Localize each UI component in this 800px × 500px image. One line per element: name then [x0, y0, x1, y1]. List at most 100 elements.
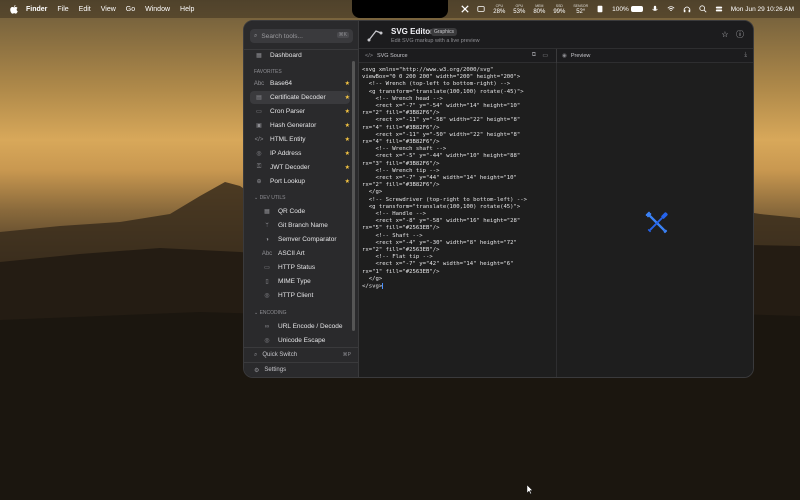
- control-center-icon[interactable]: [715, 5, 723, 13]
- code-line: rx="4" fill="#3B82F6"/>: [362, 139, 440, 146]
- apple-logo-icon[interactable]: [10, 4, 18, 14]
- tools-status-icon[interactable]: [461, 5, 469, 13]
- favorites-heading: Favorites: [254, 69, 282, 75]
- copy-icon[interactable]: ⧉: [532, 52, 536, 59]
- sidebar-item-label: HTTP Status: [278, 264, 316, 271]
- star-icon[interactable]: ★: [345, 94, 350, 101]
- svg-preview: [556, 63, 753, 377]
- globe-icon: ◎: [264, 293, 270, 299]
- search-icon[interactable]: [699, 5, 707, 13]
- wrench-screwdriver-preview-icon: [645, 211, 668, 234]
- mic-icon[interactable]: [651, 5, 659, 13]
- ssd-stat[interactable]: SSD 99%: [553, 3, 565, 15]
- mem-stat[interactable]: MEM 80%: [533, 3, 545, 15]
- sidebar-item-git-branch-name[interactable]: ᛘ Git Branch Name: [262, 219, 352, 232]
- battery-status[interactable]: 100%: [612, 6, 643, 13]
- code-line: <rect x="-8" y="-58" width="16" height="…: [362, 218, 521, 225]
- menu-file[interactable]: File: [57, 6, 68, 13]
- dashboard-icon: ▦: [256, 53, 262, 59]
- folder-icon[interactable]: ▭: [542, 52, 548, 59]
- search-placeholder: Search tools...: [261, 32, 303, 40]
- sidebar-item-base64[interactable]: Abc Base64 ★: [250, 77, 350, 90]
- encoding-heading[interactable]: ⌄ ENCODING: [254, 310, 287, 316]
- sidebar-item-label: JWT Decoder: [270, 164, 310, 171]
- preview-pane-label: Preview: [570, 52, 591, 59]
- code-line: <rect x="-11" y="-50" width="22" height=…: [362, 131, 521, 138]
- code-line: <rect x="-11" y="-58" width="22" height=…: [362, 117, 521, 124]
- menu-clock[interactable]: Mon Jun 29 10:26 AM: [731, 6, 794, 13]
- menu-view[interactable]: View: [101, 6, 116, 13]
- search-tools-input[interactable]: ⌕ Search tools... ⌘K: [250, 29, 353, 43]
- headphones-icon[interactable]: [683, 5, 691, 13]
- favorite-star-icon[interactable]: ☆: [720, 30, 730, 40]
- status-area: CPU 28% GPU 53% MEM 80% SSD 99% SENSOR 52° 10…: [461, 0, 794, 18]
- code-line: <!-- Handle -->: [362, 211, 426, 218]
- code-line: rx="1" fill="#2563EB"/>: [362, 268, 440, 275]
- sidebar-item-http-status[interactable]: ▭ HTTP Status: [262, 261, 352, 274]
- svg-source-editor[interactable]: <svg xmlns="http://www.w3.org/2000/svg" v…: [359, 63, 556, 377]
- clock-icon: ▭: [256, 109, 262, 115]
- sidebar-item-port-lookup[interactable]: ⊕ Port Lookup ★: [250, 175, 350, 188]
- code-line: rx="4" fill="#3B82F6"/>: [362, 124, 440, 131]
- sidebar-item-label: URL Encode / Decode: [278, 323, 343, 330]
- menu-app-name[interactable]: Finder: [26, 6, 47, 13]
- code-line: rx="2" fill="#3B82F6"/>: [362, 182, 440, 189]
- wifi-icon[interactable]: [667, 5, 675, 13]
- camera-notch: [352, 0, 448, 18]
- gpu-stat[interactable]: GPU 53%: [513, 3, 525, 15]
- sensor-stat[interactable]: SENSOR 52°: [573, 3, 588, 15]
- dev-utils-heading[interactable]: ⌄ DEV UTILS: [254, 195, 285, 201]
- sidebar-item-label: HTTP Client: [278, 292, 314, 299]
- qr-icon: ▦: [264, 209, 270, 215]
- clipboard-icon[interactable]: [596, 5, 604, 13]
- code-line: <rect x="-7" y="-54" width="14" height="…: [362, 103, 521, 110]
- sidebar-item-cron-parser[interactable]: ▭ Cron Parser ★: [250, 105, 350, 118]
- sidebar-item-label: Dashboard: [270, 52, 302, 59]
- search-icon: ⌕: [254, 32, 258, 39]
- sidebar-item-ip-address[interactable]: ◎ IP Address ★: [250, 147, 350, 160]
- star-icon[interactable]: ★: [345, 164, 350, 171]
- sidebar-scrollbar[interactable]: [352, 61, 355, 331]
- sidebar-item-semver-comparator[interactable]: ◑ Semver Comparator: [262, 233, 352, 246]
- category-badge: Graphics: [431, 28, 458, 36]
- sidebar: ⌕ Search tools... ⌘K ▦ Dashboard Favorit…: [244, 21, 359, 377]
- sidebar-item-certificate-decoder[interactable]: ▤ Certificate Decoder ★: [250, 91, 350, 104]
- menu-edit[interactable]: Edit: [79, 6, 91, 13]
- star-icon[interactable]: ★: [345, 122, 350, 129]
- sidebar-item-url-encode-decode[interactable]: ∞ URL Encode / Decode: [262, 320, 352, 333]
- section-heading-label: ENCODING: [259, 310, 287, 316]
- code-line: <!-- Screwdriver (top-right to bottom-le…: [362, 196, 528, 203]
- code-line: viewBox="0 0 200 200" width="200" height…: [362, 74, 521, 81]
- sidebar-item-label: Unicode Escape: [278, 337, 326, 344]
- sidebar-item-label: Semver Comparator: [278, 236, 337, 243]
- settings-label: Settings: [264, 367, 287, 373]
- sidebar-item-ascii-art[interactable]: Abc ASCII Art: [262, 247, 352, 260]
- code-line: <svg xmlns="http://www.w3.org/2000/svg": [362, 67, 494, 73]
- sidebar-item-mime-type[interactable]: ▯ MIME Type: [262, 275, 352, 288]
- star-icon[interactable]: ★: [345, 178, 350, 185]
- sidebar-item-unicode-escape[interactable]: ◎ Unicode Escape: [262, 334, 352, 347]
- sidebar-item-http-client[interactable]: ◎ HTTP Client: [262, 289, 352, 302]
- cpu-stat[interactable]: CPU 28%: [493, 3, 505, 15]
- download-icon[interactable]: ⤓: [744, 52, 747, 59]
- sidebar-item-qr-code[interactable]: ▦ QR Code: [262, 205, 352, 218]
- menu-help[interactable]: Help: [180, 6, 194, 13]
- sidebar-item-label: ASCII Art: [278, 250, 305, 257]
- sidebar-item-jwt-decoder[interactable]: ⚿ JWT Decoder ★: [250, 161, 350, 174]
- star-icon[interactable]: ★: [345, 150, 350, 157]
- quick-switch-button[interactable]: ⌕ Quick Switch ⌘P: [244, 348, 359, 362]
- star-icon[interactable]: ★: [345, 108, 350, 115]
- sidebar-item-hash-generator[interactable]: ▣ Hash Generator ★: [250, 119, 350, 132]
- sidebar-item-label: Hash Generator: [270, 122, 317, 129]
- help-icon[interactable]: ⓘ: [735, 30, 745, 40]
- display-status-icon[interactable]: [477, 5, 485, 13]
- settings-button[interactable]: ⚙ Settings: [244, 363, 359, 377]
- star-icon[interactable]: ★: [345, 136, 350, 143]
- sidebar-item-html-entity[interactable]: </> HTML Entity ★: [250, 133, 350, 146]
- sidebar-item-dashboard[interactable]: ▦ Dashboard: [250, 49, 350, 62]
- code-line: <!-- Wrench tip -->: [362, 167, 440, 174]
- menu-go[interactable]: Go: [126, 6, 135, 13]
- globe-icon: ◎: [256, 151, 262, 157]
- menu-window[interactable]: Window: [145, 6, 170, 13]
- star-icon[interactable]: ★: [345, 80, 350, 87]
